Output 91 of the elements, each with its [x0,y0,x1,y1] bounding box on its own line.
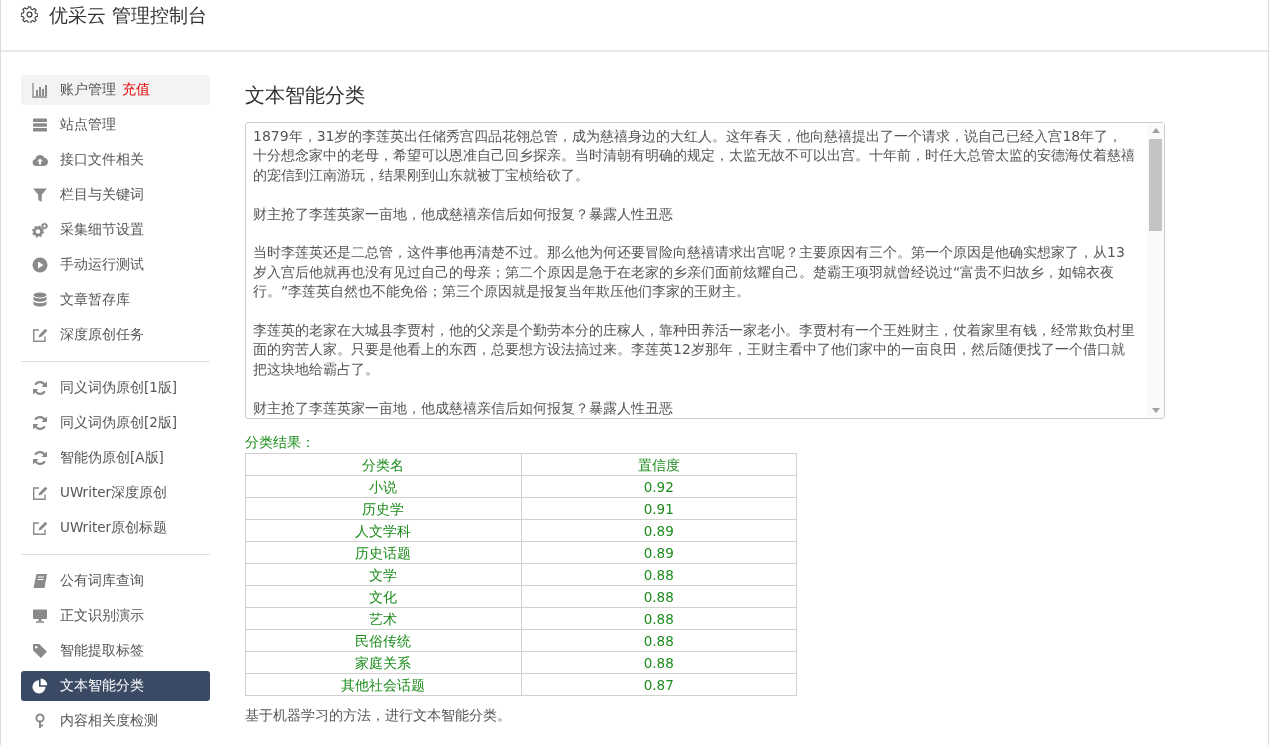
sidebar-item[interactable]: 内容相关度检测 [21,706,210,736]
sidebar-item-label: 智能提取标签 [60,642,144,660]
edit-icon [32,485,48,501]
table-cell: 0.88 [521,629,797,652]
table-cell: 0.89 [521,541,797,564]
page-title: 文本智能分类 [245,82,366,109]
refresh-icon [32,380,48,396]
edit-icon [32,327,48,343]
pie-chart-icon [32,678,48,694]
sidebar-item-label: 内容相关度检测 [60,712,158,730]
gears-icon [32,222,48,238]
sidebar-item-label: 同义词伪原创[2版] [60,414,178,432]
sidebar-item-label: 深度原创任务 [60,326,144,344]
sidebar-item-label: 账户管理 [60,81,116,99]
sidebar-item[interactable]: 同义词伪原创[2版] [21,408,210,438]
sidebar-item-label: 接口文件相关 [60,151,144,169]
paragraph: 当时李莲英还是二总管，这件事他再清楚不过。那么他为何还要冒险向慈禧请求出宫呢？主要原因有三个。第一个原因是他确实想家了，从13岁入宫后他就再也没有见过自己的母亲；第二个原因是急于在老家的乡亲们面前炫耀自己。楚霸王项羽就曾经说过“富贵不归故乡，如锦衣夜行。”李莲英自然也不能免俗；第三个原因就是报复当年欺压他们李家的王财主。 [253,243,1126,302]
sidebar-item-label: 同义词伪原创[1版] [60,379,178,397]
refresh-icon [32,415,48,431]
recharge-link[interactable]: 充值 [122,81,150,99]
table-cell: 文化 [245,585,521,608]
table-cell: 0.91 [521,497,797,520]
column-header: 置信度 [521,453,797,476]
table-cell: 0.92 [521,475,797,498]
scrollbar[interactable] [1147,123,1164,418]
sidebar-item[interactable]: UWriter原创标题 [21,513,210,543]
result-label: 分类结果： [245,433,316,451]
sidebar-item[interactable]: 深度原创任务 [21,320,210,350]
database-icon [32,292,48,308]
sidebar-item-label: 公有词库查询 [60,572,144,590]
table-cell: 民俗传统 [245,629,521,652]
sidebar-item-label: 文章暂存库 [60,291,130,309]
column-header: 分类名 [245,453,521,476]
sidebar-item[interactable]: 文本智能分类 [21,671,210,701]
table-cell: 0.88 [521,563,797,586]
filter-icon [32,187,48,203]
sidebar-item[interactable]: 智能提取标签 [21,636,210,666]
monitor-icon [32,608,48,624]
sidebar-item[interactable]: 同义词伪原创[1版] [21,373,210,403]
table-cell: 小说 [245,475,521,498]
sidebar-item[interactable]: 栏目与关键词 [21,180,210,210]
paragraph: 财主抢了李莲英家一亩地，他成慈禧亲信后如何报复？暴露人性丑恶 [253,398,674,418]
table-cell: 0.88 [521,607,797,630]
sidebar-item[interactable]: 接口文件相关 [21,145,210,175]
sidebar-item-label: 手动运行测试 [60,256,144,274]
table-cell: 0.87 [521,673,797,696]
sidebar-item[interactable]: 公有词库查询 [21,566,210,596]
sidebar-item[interactable]: 站点管理 [21,110,210,140]
sidebar-item[interactable]: 手动运行测试 [21,250,210,280]
sidebar-item-label: 文本智能分类 [60,677,144,695]
sidebar-item[interactable]: 账户管理 充值 [21,75,210,105]
book-icon [32,573,48,589]
play-icon [32,257,48,273]
cloud-upload-icon [32,152,48,168]
sidebar-item-label: UWriter原创标题 [60,519,168,537]
sidebar-item[interactable]: 正文识别演示 [21,601,210,631]
sidebar-item-label: 智能伪原创[A版] [60,449,164,467]
paragraph: 1879年，31岁的李莲英出任储秀宫四品花翎总管，成为慈禧身边的大红人。这年春天，他向慈禧提出了一个请求，说自己已经入宫18年了，十分想念家中的老母，希望可以恩准自己回乡探亲。当时清朝有明确的规定，太监无故不可以出宫。十年前，时任大总管太监的安德海仗着慈禧的宠信到江南游玩，结果刚到山东就被丁宝桢给砍了。 [253,127,1135,185]
table-cell: 艺术 [245,607,521,630]
sidebar-item[interactable]: 采集细节设置 [21,215,210,245]
table-cell: 人文学科 [245,519,521,542]
table-cell: 0.88 [521,585,797,608]
table-cell: 0.88 [521,651,797,674]
tag-icon [32,643,48,659]
table-cell: 其他社会话题 [245,673,521,696]
text-area[interactable] [245,122,1165,419]
sidebar-item-label: 采集细节设置 [60,221,144,239]
sidebar-item[interactable]: UWriter深度原创 [21,478,210,508]
scrollbar-thumb[interactable] [1149,139,1162,231]
bar-chart-icon [32,82,48,98]
edit-icon [32,520,48,536]
table-cell: 历史学 [245,497,521,520]
table-cell: 0.89 [521,519,797,542]
scroll-down-arrow-icon[interactable] [1151,408,1160,413]
server-icon [32,117,48,133]
refresh-icon [32,450,48,466]
sidebar-item-label: 正文识别演示 [60,607,144,625]
table-cell: 历史话题 [245,541,521,564]
sidebar-item[interactable]: 智能伪原创[A版] [21,443,210,473]
app-title: 优采云 管理控制台 [49,5,208,25]
sidebar-item[interactable]: 文章暂存库 [21,285,210,315]
sidebar-item-label: UWriter深度原创 [60,484,168,502]
paragraph: 李莲英的老家在大城县李贾村，他的父亲是个勤劳本分的庄稼人，靠种田养活一家老小。李贾村有一个王姓财主，仗着家里有钱，经常欺负村里面的穷苦人家。只要是他看上的东西，总要想方设法搞过来。李莲英12岁那年，王财主看中了他们家中的一亩良田，然后随便找了一个借口就把这块地给霸占了。 [253,321,1135,379]
sidebar-item-label: 站点管理 [60,116,116,134]
paragraph: 财主抢了李莲英家一亩地，他成慈禧亲信后如何报复？暴露人性丑恶 [253,204,674,224]
table-cell: 文学 [245,563,521,586]
sidebar-item-label: 栏目与关键词 [60,186,144,204]
table-cell: 家庭关系 [245,651,521,674]
description-text: 基于机器学习的方法，进行文本智能分类。 [245,706,512,724]
scroll-up-arrow-icon[interactable] [1151,128,1160,133]
gear-icon [21,6,38,23]
